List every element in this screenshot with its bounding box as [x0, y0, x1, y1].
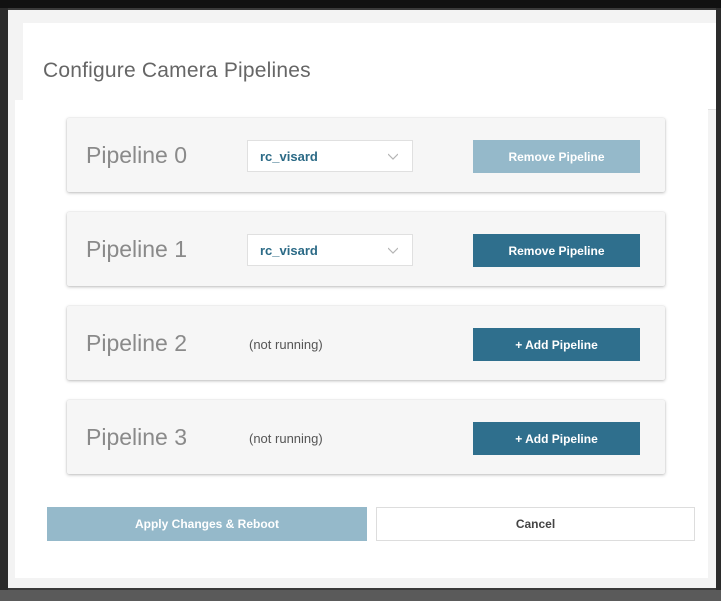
remove-pipeline-0-button[interactable]: Remove Pipeline	[473, 140, 640, 173]
pipeline-card-0: Pipeline 0 rc_visard Remove Pipeline	[67, 118, 665, 192]
dialog-title: Configure Camera Pipelines	[43, 59, 311, 82]
pipeline-1-device-select[interactable]: rc_visard	[247, 234, 413, 266]
chevron-down-icon	[388, 247, 398, 254]
pipeline-card-1: Pipeline 1 rc_visard Remove Pipeline	[67, 212, 665, 286]
pipeline-card-3: Pipeline 3 (not running) + Add Pipeline	[67, 400, 665, 474]
pipeline-status: (not running)	[249, 431, 323, 446]
cancel-button[interactable]: Cancel	[376, 507, 695, 541]
select-value: rc_visard	[260, 243, 318, 258]
pipeline-label: Pipeline 3	[86, 424, 188, 450]
dialog-header: Configure Camera Pipelines	[23, 23, 716, 110]
backdrop-left	[0, 8, 8, 601]
pipeline-label: Pipeline 1	[86, 236, 188, 262]
pipeline-label: Pipeline 2	[86, 330, 188, 356]
pipeline-label: Pipeline 0	[86, 142, 188, 168]
pipeline-status: (not running)	[249, 337, 323, 352]
add-pipeline-3-button[interactable]: + Add Pipeline	[473, 422, 640, 455]
backdrop-top	[0, 0, 721, 8]
backdrop-bottom	[0, 590, 721, 601]
select-value: rc_visard	[260, 149, 318, 164]
chevron-down-icon	[388, 153, 398, 160]
add-pipeline-2-button[interactable]: + Add Pipeline	[473, 328, 640, 361]
pipeline-card-2: Pipeline 2 (not running) + Add Pipeline	[67, 306, 665, 380]
backdrop-right	[716, 8, 721, 601]
apply-changes-reboot-button[interactable]: Apply Changes & Reboot	[47, 507, 367, 541]
remove-pipeline-1-button[interactable]: Remove Pipeline	[473, 234, 640, 267]
pipeline-0-device-select[interactable]: rc_visard	[247, 140, 413, 172]
